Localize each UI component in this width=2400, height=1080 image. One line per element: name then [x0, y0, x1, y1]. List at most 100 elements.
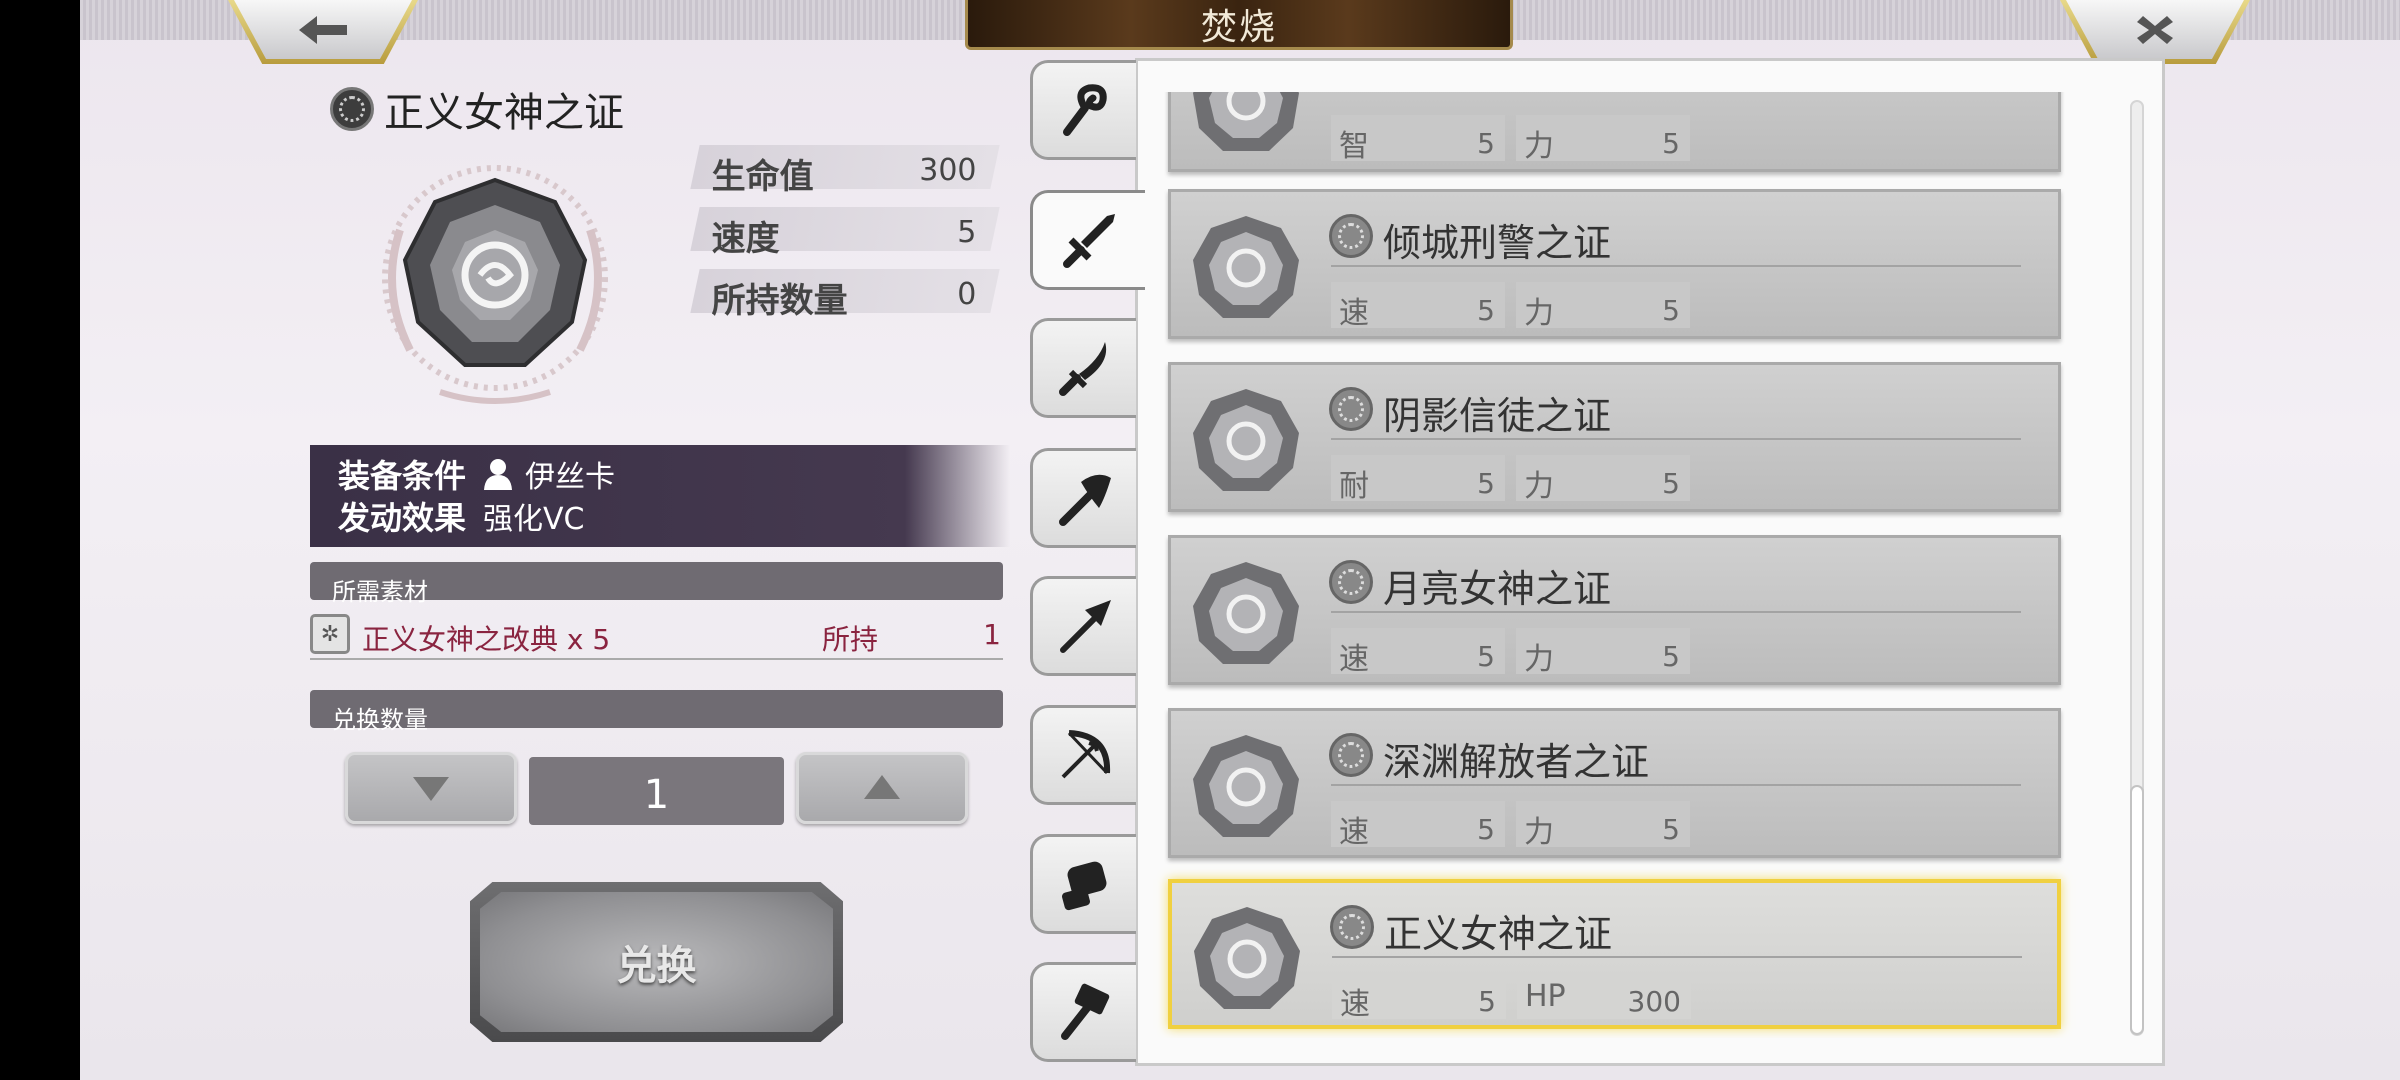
stat-value: 5	[1662, 640, 1680, 673]
quantity-field[interactable]: 1	[529, 757, 784, 825]
card-stat: 耐 5	[1331, 455, 1505, 504]
card-stat: 智 5	[1331, 115, 1505, 164]
material-name: 正义女神之改典 x 5	[362, 623, 611, 656]
stat-value: 5	[1662, 127, 1680, 160]
stat-value: 5	[1662, 813, 1680, 846]
triangle-down-icon	[413, 777, 449, 801]
tab-gauntlet[interactable]	[1030, 834, 1136, 934]
tab-sword[interactable]	[1030, 190, 1145, 290]
material-row[interactable]: ✲ 正义女神之改典 x 5 所持 1	[310, 610, 1003, 660]
stat-hp: 生命值 300	[690, 145, 1000, 197]
equip-condition-label: 装备条件	[338, 457, 467, 495]
gauntlet-icon	[1061, 861, 1106, 911]
exchange-button-label: 兑换	[616, 943, 697, 989]
tab-spear[interactable]	[1030, 576, 1136, 676]
list-card[interactable]: 月亮女神之证 速 5 力 5	[1168, 535, 2061, 685]
stat-value: 5	[1477, 127, 1495, 160]
app-screen: 焚烧 正义女神之证 生命值 300 速度 5 所持数量 0 装备条件 伊丝卡 发…	[80, 0, 2400, 1080]
increase-button[interactable]	[796, 752, 968, 824]
card-badge-icon	[1329, 214, 1373, 258]
card-badge-icon	[1329, 560, 1373, 604]
tab-axe[interactable]	[1030, 448, 1136, 548]
hammer-icon	[1060, 983, 1109, 1040]
stat-key: 速	[1340, 987, 1370, 1022]
card-name: 月亮女神之证	[1383, 567, 1612, 611]
stat-value: 0	[957, 277, 977, 312]
card-stat: 力 5	[1516, 282, 1690, 331]
axe-icon	[1058, 474, 1111, 526]
card-stat: 速 5	[1331, 801, 1505, 850]
stat-value: 5	[1477, 813, 1495, 846]
item-emblem-icon	[382, 165, 608, 404]
card-name: 正义女神之证	[1384, 912, 1613, 956]
stat-value: 300	[1627, 985, 1681, 1018]
material-own-count: 1	[983, 618, 1001, 651]
card-stat: 力 5	[1516, 801, 1690, 850]
screen-title: 焚烧	[1200, 6, 1277, 48]
card-badge-icon	[1330, 905, 1374, 949]
close-icon	[2137, 15, 2173, 44]
card-name: 阴影信徒之证	[1383, 394, 1612, 438]
effect-condition: 发动效果 强化VC	[338, 495, 1010, 537]
spear-icon	[1059, 600, 1111, 653]
condition-box: 装备条件 伊丝卡 发动效果 强化VC	[310, 445, 1010, 547]
tab-bow[interactable]	[1030, 705, 1136, 805]
exchange-qty-header: 兑换数量	[310, 690, 1003, 734]
stat-value: 5	[1477, 294, 1495, 327]
stat-key: 耐	[1339, 469, 1369, 504]
effect-label: 发动效果	[338, 499, 467, 537]
stat-value: 5	[957, 215, 977, 250]
gem-icon	[1193, 562, 1299, 664]
card-stat: 力 5	[1516, 115, 1690, 164]
card-badge-icon	[1329, 387, 1373, 431]
exchange-button[interactable]: 兑换	[470, 882, 843, 1042]
stat-value: 5	[1478, 985, 1496, 1018]
equip-condition: 装备条件 伊丝卡	[338, 453, 1010, 495]
stat-speed: 速度 5	[690, 207, 1000, 259]
back-button[interactable]	[228, 0, 418, 64]
item-badge-icon	[330, 87, 374, 131]
tab-hammer[interactable]	[1030, 962, 1136, 1062]
screen-title-plate: 焚烧	[965, 0, 1513, 50]
list-card[interactable]: 倾城刑警之证 速 5 力 5	[1168, 189, 2061, 339]
card-name: 深渊解放者之证	[1383, 740, 1650, 784]
card-stat: 速 5	[1332, 973, 1506, 1022]
card-stat: 力 5	[1516, 455, 1690, 504]
list-card-selected[interactable]: 正义女神之证 速 5 HP 300	[1168, 879, 2061, 1029]
tab-staff[interactable]	[1030, 60, 1136, 160]
stat-value: 5	[1477, 467, 1495, 500]
triangle-up-icon	[864, 775, 900, 799]
material-own-label: 所持	[822, 623, 879, 656]
stat-key: 力	[1524, 642, 1554, 677]
gem-icon	[1194, 907, 1300, 1009]
stat-label: 生命值	[711, 157, 814, 197]
list-card[interactable]: 阴影信徒之证 耐 5 力 5	[1168, 362, 2061, 512]
tab-blade[interactable]	[1030, 318, 1136, 418]
stat-key: 力	[1524, 296, 1554, 331]
stat-value: 300	[918, 153, 977, 188]
list-card[interactable]: 智 5 力 5	[1168, 92, 2061, 172]
list-scrollbar-thumb[interactable]	[2130, 785, 2144, 1035]
card-badge-icon	[1329, 733, 1373, 777]
person-icon	[484, 459, 512, 490]
staff-icon	[1062, 84, 1107, 136]
stat-value: 5	[1662, 467, 1680, 500]
stat-key: HP	[1525, 979, 1566, 1014]
material-book-icon: ✲	[310, 614, 350, 654]
blade-icon	[1058, 342, 1106, 396]
decrease-button[interactable]	[345, 752, 517, 824]
item-name: 正义女神之证	[384, 90, 624, 136]
gem-icon	[1193, 216, 1299, 318]
item-header: 正义女神之证	[330, 80, 624, 138]
item-list: 智 5 力 5 倾城刑警之证 速 5 力 5 阴影信徒之证 耐 5 力 5 月亮…	[1135, 92, 2135, 1038]
list-card[interactable]: 深渊解放者之证 速 5 力 5	[1168, 708, 2061, 858]
stat-label: 所持数量	[711, 281, 848, 321]
close-button[interactable]	[2060, 0, 2250, 64]
card-stat: 速 5	[1331, 282, 1505, 331]
stat-key: 力	[1524, 815, 1554, 850]
sword-icon	[1063, 214, 1115, 268]
item-stats: 生命值 300 速度 5 所持数量 0	[690, 145, 1000, 331]
card-stat: 力 5	[1516, 628, 1690, 677]
gem-icon	[1193, 735, 1299, 837]
stat-owned: 所持数量 0	[690, 269, 1000, 321]
